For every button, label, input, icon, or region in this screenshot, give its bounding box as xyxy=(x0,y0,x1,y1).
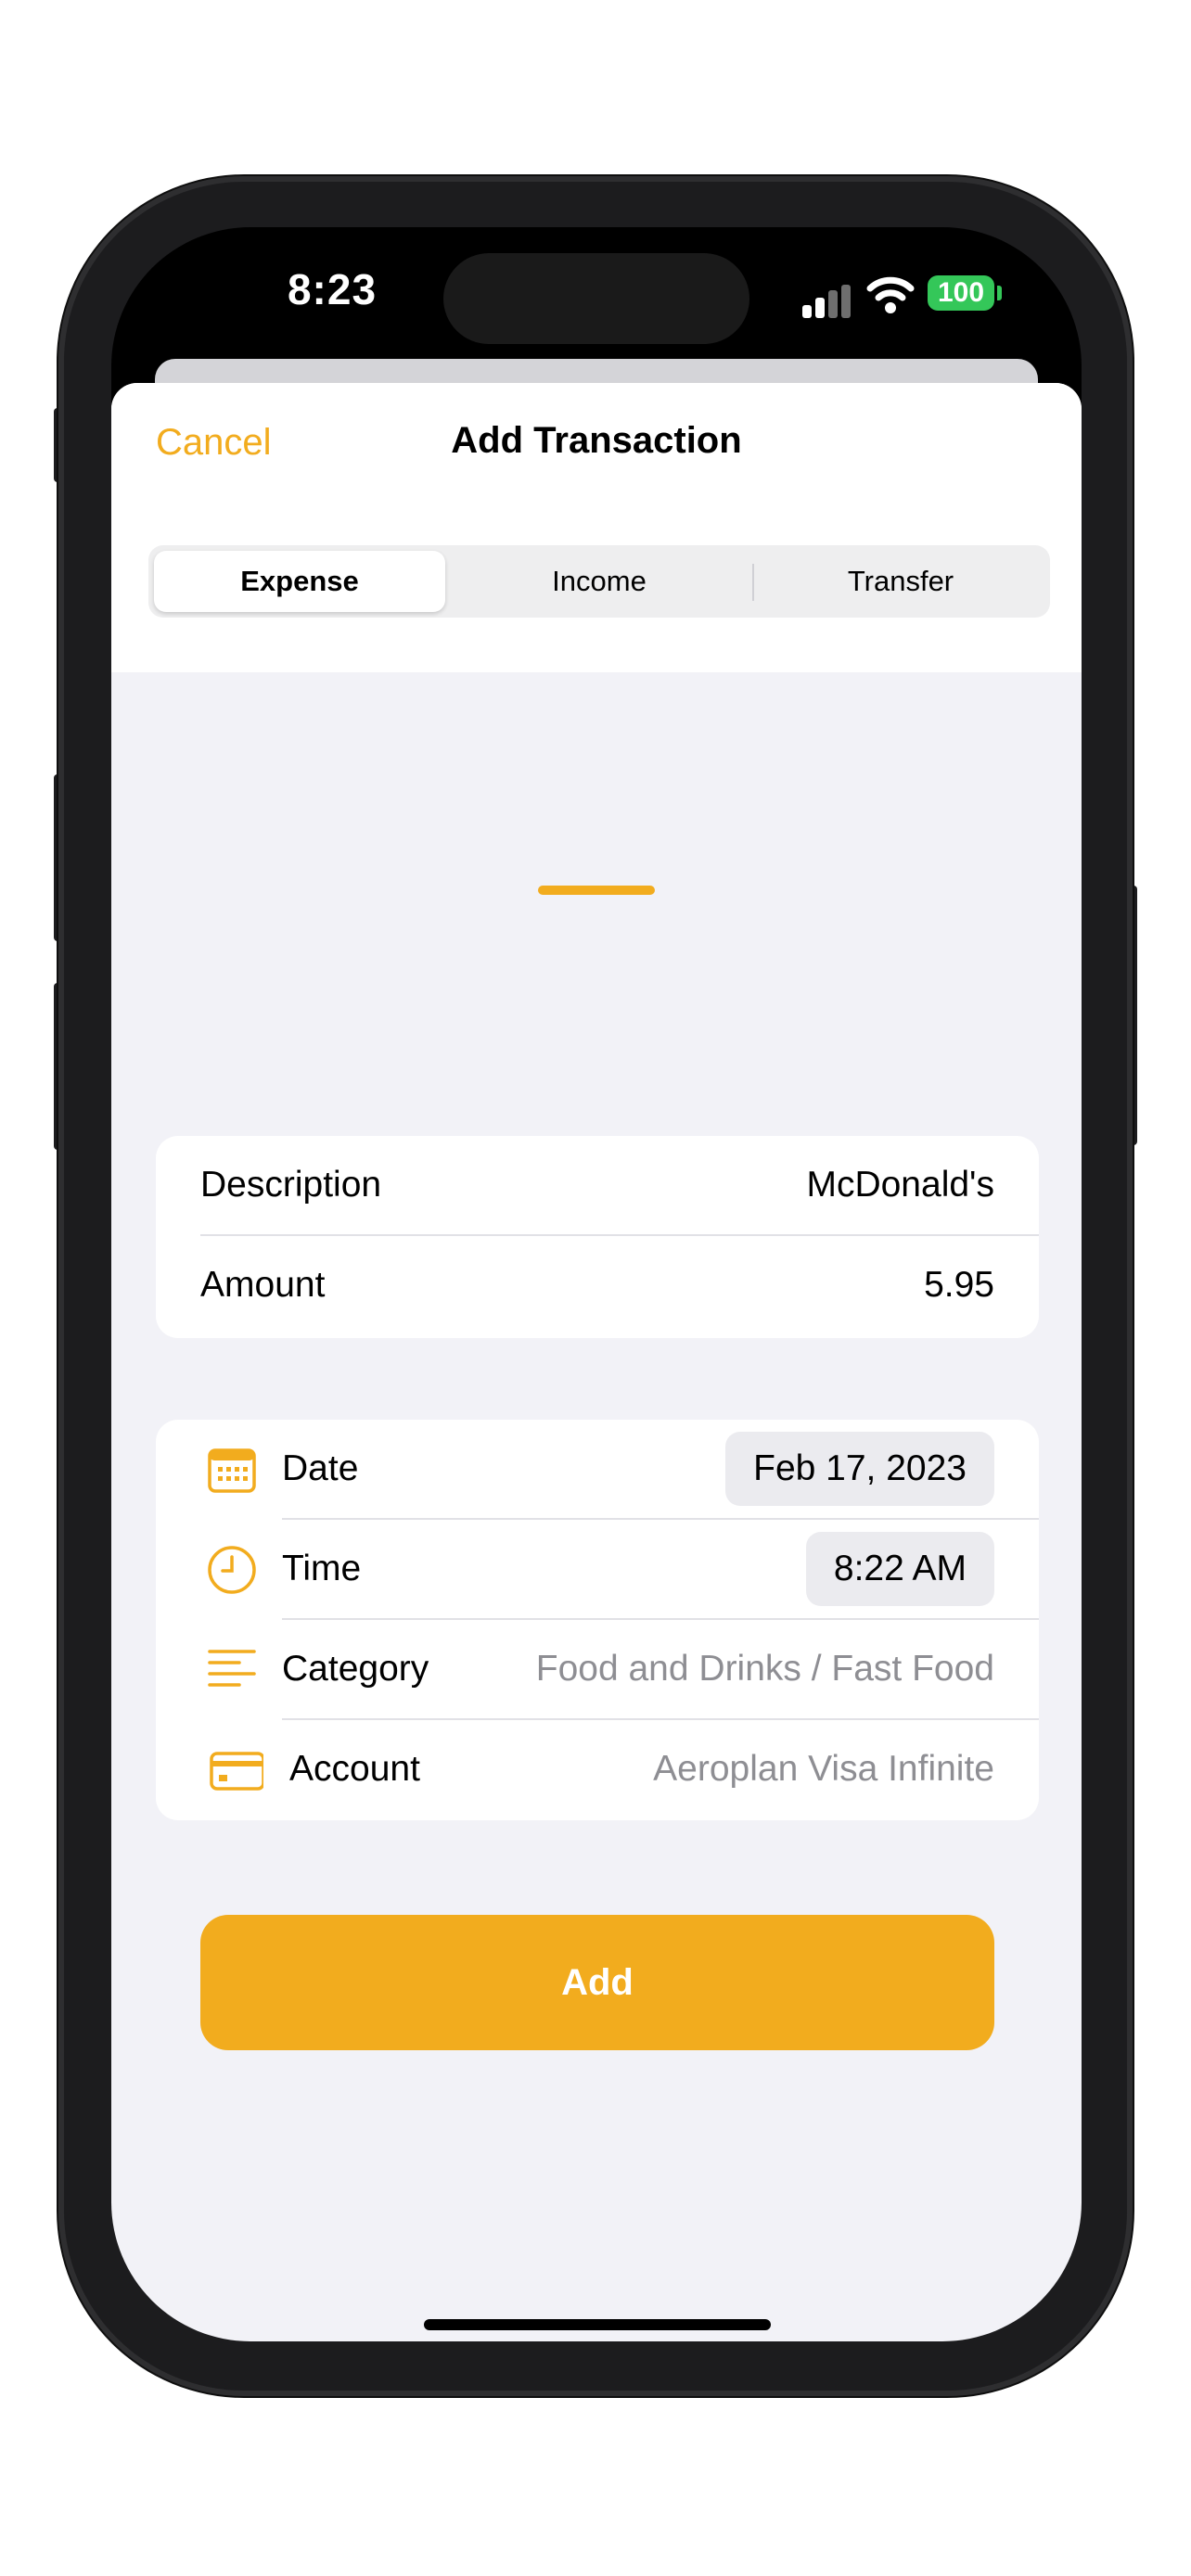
status-time: 8:23 xyxy=(287,265,378,313)
list-icon xyxy=(208,1650,256,1687)
category-row[interactable]: Category Food and Drinks / Fast Food xyxy=(156,1620,1039,1718)
cellular-signal-icon xyxy=(802,285,852,318)
transaction-type-segmented-control: Expense Income Transfer xyxy=(148,545,1050,618)
page-title: Add Transaction xyxy=(451,420,742,461)
add-transaction-sheet: Cancel Add Transaction Expense Income Tr… xyxy=(111,383,1082,2341)
segment-income[interactable]: Income xyxy=(453,551,746,612)
calendar-icon xyxy=(208,1448,256,1493)
add-button[interactable]: Add xyxy=(200,1915,994,2050)
date-picker[interactable]: Feb 17, 2023 xyxy=(725,1432,994,1506)
credit-card-icon xyxy=(210,1752,263,1791)
time-row[interactable]: Time 8:22 AM xyxy=(156,1520,1039,1618)
sheet-header: Cancel Add Transaction Expense Income Tr… xyxy=(111,383,1082,672)
battery-icon: 100 xyxy=(928,275,994,311)
segment-transfer[interactable]: Transfer xyxy=(755,551,1046,612)
description-value[interactable]: McDonald's xyxy=(806,1136,994,1234)
amount-value[interactable]: 5.95 xyxy=(924,1236,994,1334)
category-value[interactable]: Food and Drinks / Fast Food xyxy=(536,1620,994,1718)
time-label: Time xyxy=(282,1549,362,1588)
dynamic-island xyxy=(443,253,749,344)
description-row[interactable]: Description McDonald's xyxy=(156,1136,1039,1234)
date-label: Date xyxy=(282,1448,359,1488)
amount-input-cursor[interactable] xyxy=(538,886,655,895)
phone-screen: 8:23 100 Cancel Add Transaction Expense … xyxy=(111,227,1082,2341)
account-value[interactable]: Aeroplan Visa Infinite xyxy=(653,1720,994,1818)
meta-card: Date Feb 17, 2023 Time 8:22 AM Category … xyxy=(156,1420,1039,1820)
time-picker[interactable]: 8:22 AM xyxy=(805,1532,994,1606)
home-indicator[interactable] xyxy=(424,2319,771,2330)
amount-label: Amount xyxy=(200,1265,326,1305)
battery-nub xyxy=(997,286,1002,300)
account-row[interactable]: Account Aeroplan Visa Infinite xyxy=(156,1720,1039,1818)
amount-row[interactable]: Amount 5.95 xyxy=(156,1236,1039,1334)
category-label: Category xyxy=(282,1649,429,1689)
wifi-icon xyxy=(866,276,915,313)
date-row[interactable]: Date Feb 17, 2023 xyxy=(156,1420,1039,1518)
description-label: Description xyxy=(200,1165,382,1205)
details-card: Description McDonald's Amount 5.95 xyxy=(156,1136,1039,1338)
account-label: Account xyxy=(289,1749,420,1789)
segment-expense[interactable]: Expense xyxy=(154,551,445,612)
clock-icon xyxy=(208,1546,256,1594)
segment-divider xyxy=(752,564,754,601)
